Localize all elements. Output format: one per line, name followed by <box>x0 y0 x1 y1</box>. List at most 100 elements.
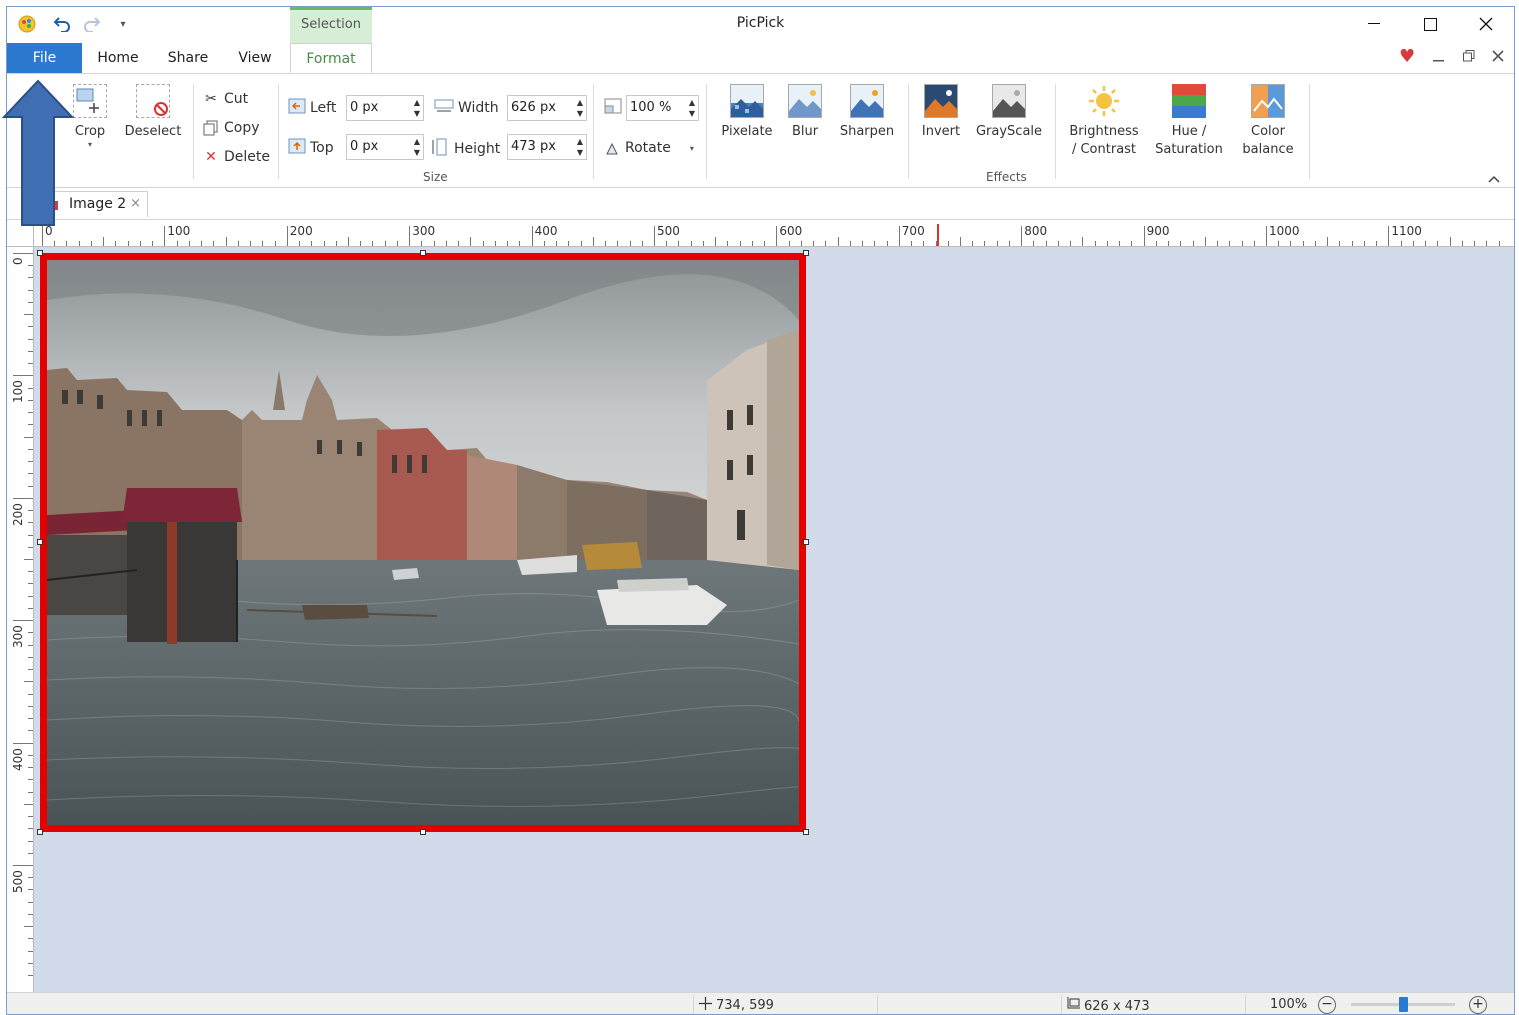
ruler-major-tick <box>13 497 33 499</box>
mdi-close-button[interactable] <box>1492 48 1504 66</box>
ruler-minor-tick <box>24 314 33 316</box>
ruler-minor-tick <box>1204 237 1206 246</box>
ruler-major-tick <box>13 375 33 377</box>
image-size-icon <box>1065 997 1080 1014</box>
grayscale-button[interactable]: GrayScale <box>975 84 1043 141</box>
invert-button[interactable]: Invert <box>917 84 965 141</box>
ruler-label: 800 <box>1024 224 1048 238</box>
ruler-label: 500 <box>657 224 680 238</box>
undo-icon[interactable] <box>51 13 73 35</box>
app-logo-icon[interactable] <box>15 13 39 35</box>
ribbon-separator <box>593 84 594 179</box>
crosshair-icon <box>699 997 712 1014</box>
zoom-slider[interactable] <box>1351 997 1455 1012</box>
resize-handle-bottom-middle[interactable] <box>420 829 426 835</box>
align-top-icon <box>288 138 306 158</box>
blur-icon <box>788 84 822 118</box>
ruler-label: 300 <box>11 625 25 649</box>
resize-handle-top-left[interactable] <box>37 250 43 256</box>
resize-handle-bottom-left[interactable] <box>37 829 43 835</box>
maximize-button[interactable] <box>1407 11 1453 37</box>
resize-percent-input[interactable]: 100 % ▲ ▼ <box>626 95 699 121</box>
ruler-minor-tick <box>837 237 839 246</box>
ruler-major-tick <box>13 620 33 622</box>
zoom-in-button[interactable]: + <box>1469 996 1487 1014</box>
ribbon-separator <box>706 84 707 179</box>
tab-home[interactable]: Home <box>85 43 151 73</box>
mdi-restore-button[interactable] <box>1463 48 1475 66</box>
sharpen-button[interactable]: Sharpen <box>837 84 897 141</box>
brightness-contrast-button[interactable]: Brightness / Contrast <box>1065 84 1143 159</box>
ruler-label: 900 <box>1146 224 1170 238</box>
resize-handle-top-right[interactable] <box>803 250 809 256</box>
ribbon: Crop ▾ Deselect ✂ Cut Copy ✕ Delete Left… <box>7 73 1514 188</box>
pixelate-button[interactable]: Pixelate <box>717 84 777 141</box>
tab-share[interactable]: Share <box>155 43 221 73</box>
resize-handle-middle-right[interactable] <box>803 539 809 545</box>
size-group-label: Size <box>423 170 448 184</box>
ruler-minor-tick <box>1449 237 1451 246</box>
status-divider <box>877 995 878 1014</box>
selected-image[interactable] <box>40 253 806 832</box>
height-input[interactable]: 473 px ▲ ▼ <box>507 134 587 160</box>
ruler-major-tick <box>164 226 166 246</box>
ruler-major-tick <box>286 226 288 246</box>
ruler-label: 100 <box>167 224 191 238</box>
tab-format[interactable]: Format <box>290 43 372 73</box>
color-balance-button[interactable]: Color balance <box>1235 84 1301 159</box>
close-button[interactable] <box>1463 11 1509 37</box>
hue-saturation-button[interactable]: Hue / Saturation <box>1153 84 1225 159</box>
spin-arrows-icon[interactable]: ▲ ▼ <box>577 97 583 119</box>
ruler-minor-tick <box>960 237 961 246</box>
ruler-minor-tick <box>715 237 717 246</box>
ruler-major-tick <box>1388 226 1390 246</box>
ruler-label: 700 <box>901 224 925 238</box>
copy-button[interactable]: Copy <box>203 117 260 139</box>
spin-arrows-icon[interactable]: ▲ ▼ <box>577 136 583 158</box>
resize-handle-top-middle[interactable] <box>420 250 426 256</box>
mdi-minimize-button[interactable] <box>1433 48 1445 66</box>
image-canvas[interactable] <box>34 247 1514 992</box>
zoom-slider-thumb[interactable] <box>1399 997 1408 1012</box>
tab-file[interactable]: File <box>7 43 82 73</box>
ruler-label: 200 <box>11 502 25 526</box>
status-bar: 734, 599 626 x 473 100% − + <box>7 992 1514 1014</box>
blur-button[interactable]: Blur <box>787 84 823 141</box>
cursor-position: 734, 599 <box>699 997 774 1014</box>
spin-arrows-icon[interactable]: ▲ ▼ <box>414 136 420 158</box>
brightness-icon <box>1087 84 1121 118</box>
close-tab-icon[interactable]: × <box>130 192 141 216</box>
redo-icon[interactable] <box>81 13 103 35</box>
image-size: 626 x 473 <box>1065 997 1150 1014</box>
quick-access-dropdown-icon[interactable]: ▾ <box>115 13 131 35</box>
collapse-ribbon-icon[interactable] <box>1488 172 1500 186</box>
status-divider <box>1245 995 1246 1014</box>
ribbon-separator <box>908 84 909 179</box>
color-balance-icon <box>1251 84 1285 118</box>
zoom-out-button[interactable]: − <box>1318 996 1336 1014</box>
ruler-major-tick <box>776 226 778 246</box>
heart-icon[interactable]: ♥ <box>1399 46 1415 67</box>
delete-button[interactable]: ✕ Delete <box>203 146 270 168</box>
cut-button[interactable]: ✂ Cut <box>203 88 248 110</box>
zoom-level: 100% <box>1270 997 1308 1012</box>
ruler-major-tick <box>654 226 655 246</box>
left-input[interactable]: 0 px ▲ ▼ <box>346 95 424 121</box>
width-input[interactable]: 626 px ▲ ▼ <box>507 95 587 121</box>
height-label: Height <box>430 138 500 160</box>
resize-handle-middle-left[interactable] <box>37 539 43 545</box>
tab-view[interactable]: View <box>222 43 288 73</box>
menu-bar: File Home Share View Format <box>7 43 1514 73</box>
top-input[interactable]: 0 px ▲ ▼ <box>346 134 424 160</box>
sharpen-icon <box>850 84 884 118</box>
spin-arrows-icon[interactable]: ▲ ▼ <box>689 97 695 119</box>
pixelate-icon <box>730 84 764 118</box>
deselect-button[interactable]: Deselect <box>123 84 183 141</box>
width-label: Width <box>434 98 499 118</box>
minimize-button[interactable] <box>1351 11 1397 37</box>
hue-saturation-icon <box>1172 84 1206 118</box>
rotate-button[interactable]: Rotate ▾ <box>604 137 694 159</box>
spin-arrows-icon[interactable]: ▲ ▼ <box>414 97 420 119</box>
resize-handle-bottom-right[interactable] <box>803 829 809 835</box>
ruler-major-tick <box>13 742 33 744</box>
